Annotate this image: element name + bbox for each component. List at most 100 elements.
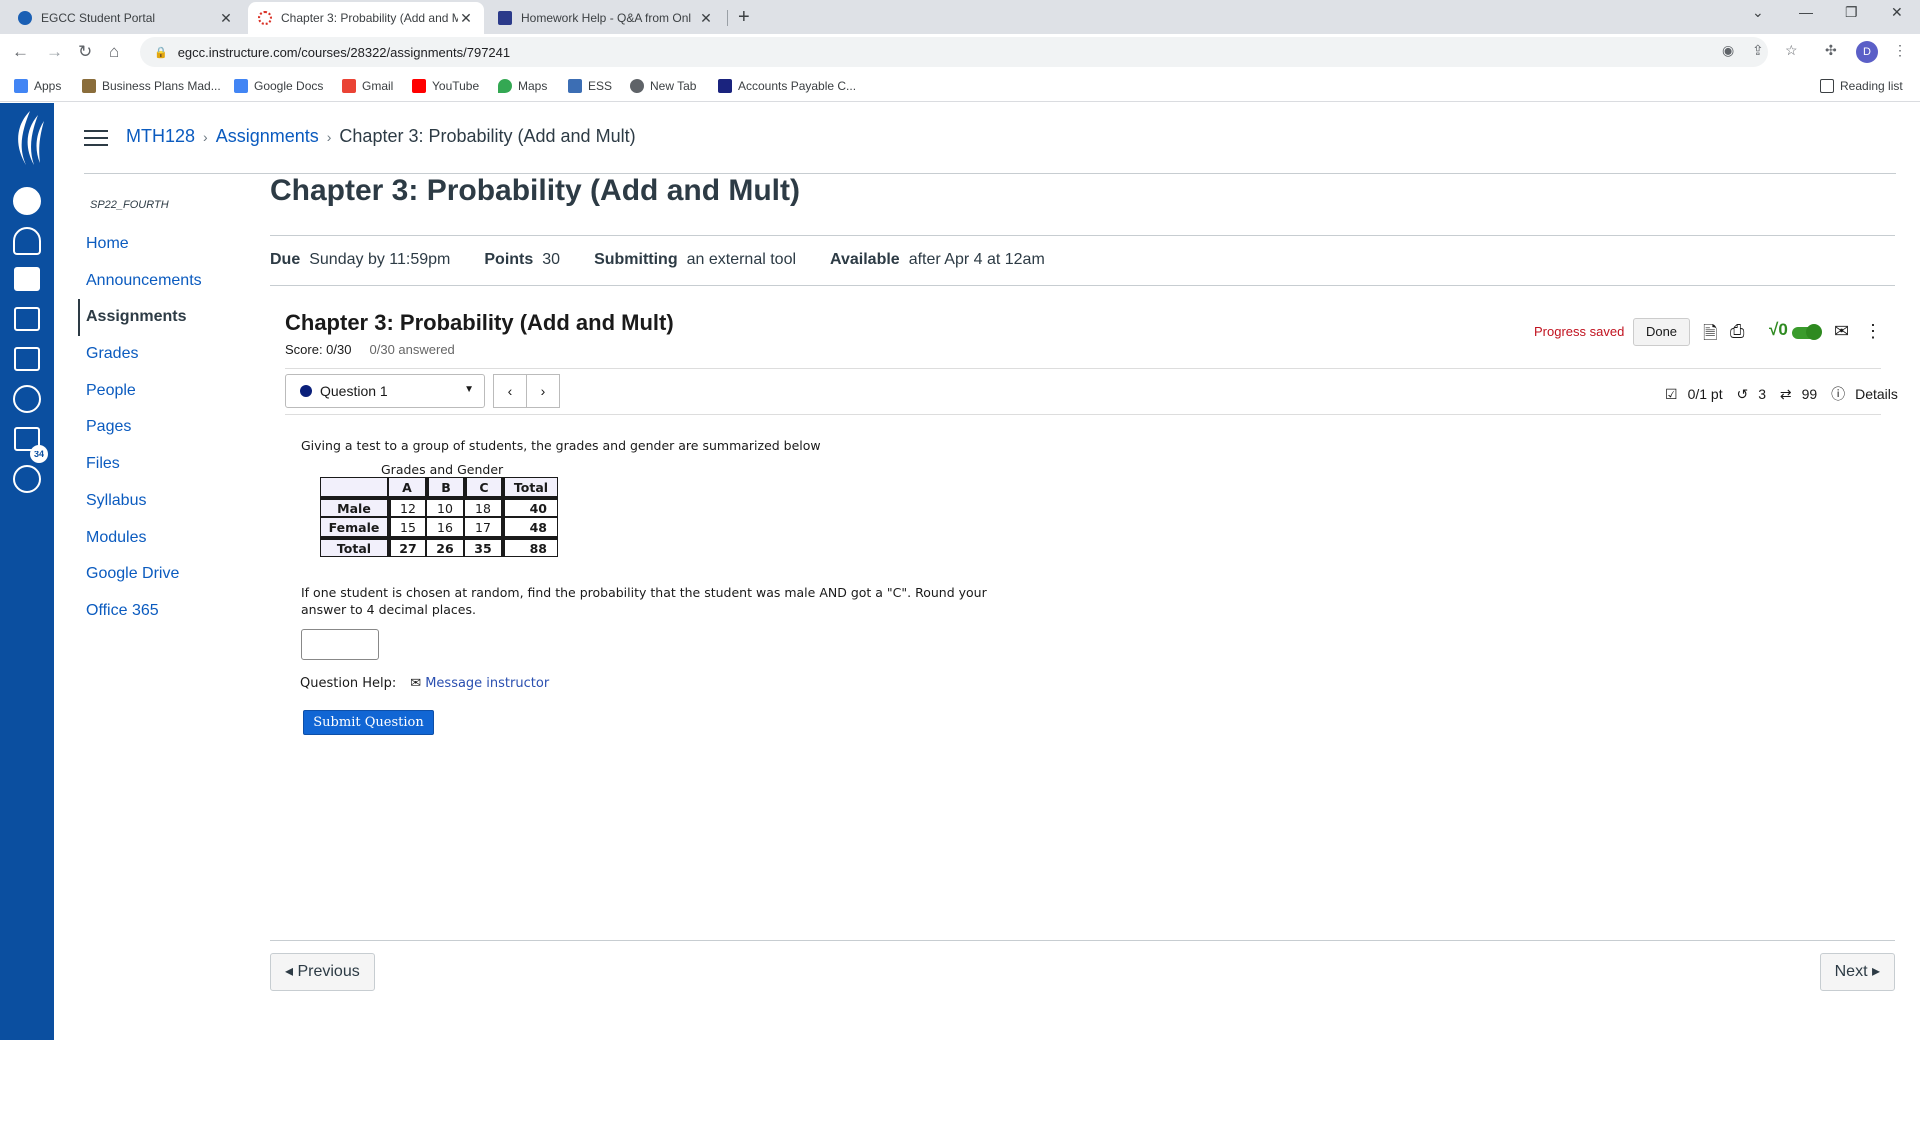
- score-text: Score: 0/30: [285, 342, 352, 357]
- reading-list-label: Reading list: [1840, 79, 1903, 93]
- reading-list-button[interactable]: Reading list: [1820, 79, 1903, 93]
- bookmark-youtube[interactable]: YouTube: [412, 79, 479, 93]
- close-window-icon[interactable]: ✕: [1891, 4, 1903, 21]
- bookmark-ess[interactable]: ESS: [568, 79, 612, 93]
- browser-tab-chapter3[interactable]: Chapter 3: Probability (Add and M ✕: [248, 2, 484, 34]
- close-tab-icon[interactable]: ✕: [218, 10, 234, 27]
- retries-count: 3: [1758, 386, 1767, 402]
- course-nav-modules[interactable]: Modules: [78, 520, 268, 557]
- table-cell: 16: [426, 517, 464, 537]
- profile-avatar[interactable]: D: [1856, 41, 1878, 63]
- next-question-button[interactable]: ›: [526, 374, 560, 408]
- collapse-nav-icon[interactable]: ⇥: [14, 1106, 31, 1131]
- table-row-header: Male: [320, 497, 388, 517]
- forward-icon[interactable]: →: [46, 42, 63, 62]
- details-info-icon[interactable]: ⓘ: [1831, 386, 1845, 402]
- question-status-dot-icon: [300, 385, 312, 397]
- course-nav-announcements[interactable]: Announcements: [78, 263, 268, 300]
- bookmark-gmail[interactable]: Gmail: [342, 79, 393, 93]
- bookmark-accounts-payable[interactable]: Accounts Payable C...: [718, 79, 856, 93]
- table-header-cell: Total: [502, 477, 558, 497]
- document-icon[interactable]: 🗎: [1703, 321, 1717, 351]
- message-instructor-link[interactable]: Message instructor: [425, 676, 549, 691]
- more-options-icon[interactable]: ⋮: [1864, 321, 1882, 342]
- bookmark-apps[interactable]: Apps: [14, 79, 61, 93]
- loading-favicon-icon: [258, 11, 272, 25]
- bookmark-label: YouTube: [432, 79, 480, 93]
- table-row: Total 27 26 35 88: [320, 537, 558, 557]
- previous-button[interactable]: ◂ Previous: [270, 953, 375, 991]
- star-icon[interactable]: ☆: [1785, 42, 1798, 59]
- course-nav-office-365[interactable]: Office 365: [78, 593, 268, 630]
- course-nav-files[interactable]: Files: [78, 446, 268, 483]
- print-icon[interactable]: ⎙: [1730, 321, 1744, 342]
- submit-question-button[interactable]: Submit Question: [303, 710, 434, 735]
- studio-icon[interactable]: [14, 427, 40, 451]
- reading-list-icon: [1820, 79, 1834, 93]
- bookmark-new-tab[interactable]: New Tab: [630, 79, 696, 93]
- new-tab-button[interactable]: +: [738, 6, 750, 29]
- mail-icon[interactable]: ✉: [1834, 321, 1849, 342]
- course-menu-toggle-icon[interactable]: [84, 130, 108, 148]
- question-select[interactable]: Question 1 ▼: [285, 374, 485, 408]
- answer-input[interactable]: [301, 629, 379, 660]
- eye-icon[interactable]: ◉: [1722, 42, 1734, 59]
- bookmark-business-plans[interactable]: Business Plans Mad...: [82, 79, 221, 93]
- table-caption: Grades and Gender: [381, 462, 504, 477]
- inbox-icon[interactable]: [14, 347, 40, 371]
- browser-tab-portal[interactable]: EGCC Student Portal ✕: [8, 2, 244, 34]
- bookmark-label: Apps: [34, 79, 62, 93]
- tab-title: EGCC Student Portal: [41, 11, 156, 25]
- breadcrumb-assignments-link[interactable]: Assignments: [216, 126, 319, 146]
- restore-icon[interactable]: ❐: [1845, 4, 1858, 21]
- ess-icon: [568, 79, 582, 93]
- bookmark-google-docs[interactable]: Google Docs: [234, 79, 323, 93]
- available-label: Available: [830, 251, 900, 268]
- breadcrumb-course-link[interactable]: MTH128: [126, 126, 195, 146]
- account-icon[interactable]: [13, 187, 41, 215]
- lock-icon: 🔒: [154, 46, 168, 59]
- tab-search-icon[interactable]: ⌄: [1752, 4, 1764, 21]
- question-help: Question Help: ✉ Message instructor: [300, 676, 549, 691]
- help-icon[interactable]: [13, 465, 41, 493]
- youtube-icon: [412, 79, 426, 93]
- question-header-divider: [285, 414, 1881, 415]
- course-nav-assignments[interactable]: Assignments: [78, 299, 268, 337]
- table-cell: 35: [464, 537, 502, 557]
- minimize-icon[interactable]: —: [1799, 4, 1813, 20]
- due-value: Sunday by 11:59pm: [309, 251, 451, 268]
- previous-question-button[interactable]: ‹: [493, 374, 527, 408]
- course-nav-pages[interactable]: Pages: [78, 409, 268, 446]
- course-nav-people[interactable]: People: [78, 373, 268, 410]
- dashboard-icon[interactable]: [13, 227, 41, 255]
- quiz-divider: [285, 368, 1881, 369]
- extensions-icon[interactable]: ✣: [1825, 42, 1837, 59]
- back-icon[interactable]: ←: [12, 42, 29, 62]
- bookmark-maps[interactable]: Maps: [498, 79, 547, 93]
- share-icon[interactable]: ⇪: [1752, 42, 1764, 59]
- done-button[interactable]: Done: [1633, 318, 1690, 346]
- math-entry-toggle[interactable]: [1792, 324, 1822, 340]
- course-nav-google-drive[interactable]: Google Drive: [78, 556, 268, 593]
- menu-icon[interactable]: ⋮: [1893, 42, 1907, 59]
- browser-tab-homework-help[interactable]: Homework Help - Q&A from Onl ✕: [488, 2, 724, 34]
- reload-icon[interactable]: ↻: [78, 42, 92, 62]
- calendar-icon[interactable]: [14, 307, 40, 331]
- breadcrumb-current: Chapter 3: Probability (Add and Mult): [339, 126, 636, 146]
- course-nav-home[interactable]: Home: [78, 226, 268, 263]
- course-nav-syllabus[interactable]: Syllabus: [78, 483, 268, 520]
- college-logo-icon[interactable]: [8, 107, 48, 173]
- close-tab-icon[interactable]: ✕: [458, 10, 474, 27]
- page-title: Chapter 3: Probability (Add and Mult): [270, 174, 800, 207]
- home-icon[interactable]: ⌂: [109, 42, 119, 62]
- breadcrumb-separator-icon: ›: [326, 129, 332, 145]
- courses-icon[interactable]: [14, 267, 40, 291]
- course-nav-grades[interactable]: Grades: [78, 336, 268, 373]
- address-bar[interactable]: 🔒 egcc.instructure.com/courses/28322/ass…: [140, 37, 1768, 67]
- google-docs-icon: [234, 79, 248, 93]
- close-tab-icon[interactable]: ✕: [698, 10, 714, 27]
- history-clock-icon[interactable]: [13, 385, 41, 413]
- attempts-icon: ⇄: [1779, 386, 1792, 402]
- next-button[interactable]: Next ▸: [1819, 953, 1895, 991]
- details-link[interactable]: Details: [1855, 386, 1898, 402]
